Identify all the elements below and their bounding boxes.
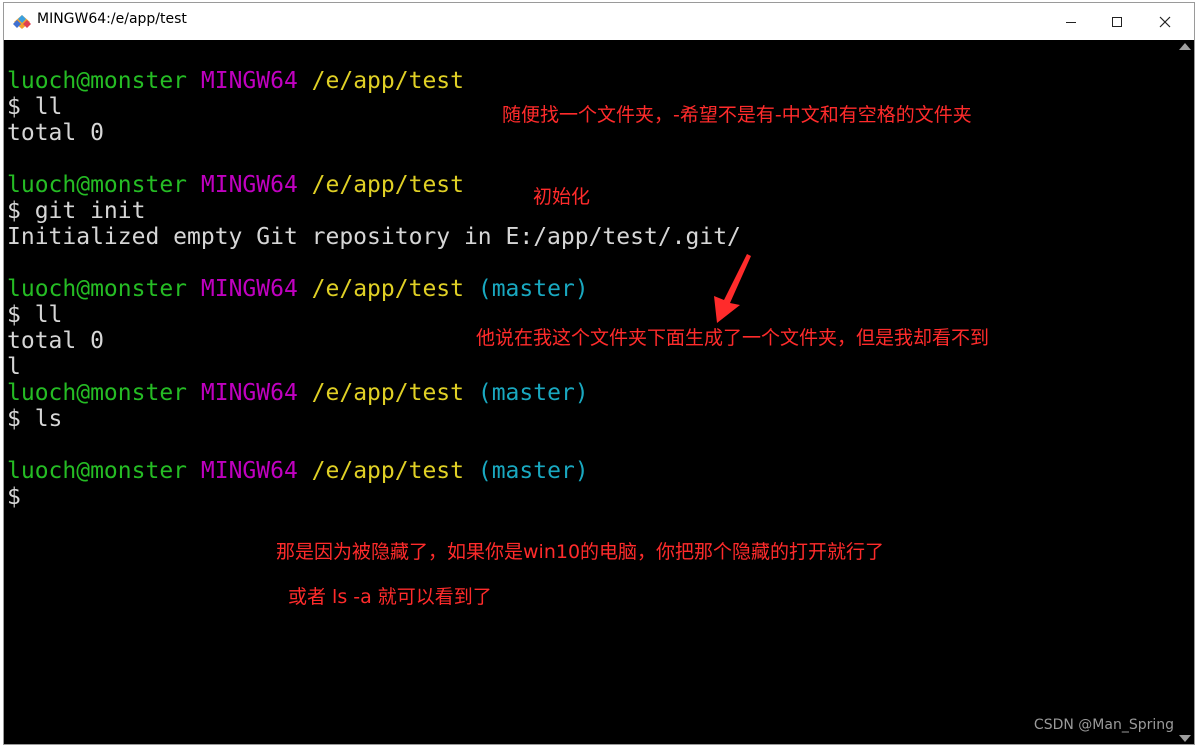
terminal-window: MINGW64:/e/app/test luoch@monster MINGW6… bbox=[3, 2, 1195, 745]
window-title: MINGW64:/e/app/test bbox=[37, 11, 187, 27]
terminal-output[interactable]: luoch@monster MINGW64 /e/app/test $ ll t… bbox=[4, 40, 1176, 744]
git-bash-icon bbox=[13, 15, 31, 29]
close-button[interactable] bbox=[1142, 3, 1188, 40]
minimize-icon bbox=[1066, 21, 1076, 23]
vertical-scrollbar[interactable] bbox=[1176, 40, 1194, 744]
title-bar[interactable]: MINGW64:/e/app/test bbox=[4, 3, 1194, 40]
scroll-up-icon[interactable] bbox=[1179, 43, 1191, 50]
scroll-down-icon[interactable] bbox=[1179, 735, 1191, 742]
watermark: CSDN @Man_Spring bbox=[1033, 717, 1174, 733]
close-icon bbox=[1159, 16, 1171, 27]
maximize-button[interactable] bbox=[1094, 3, 1140, 40]
maximize-icon bbox=[1112, 16, 1122, 27]
annotation-arrow bbox=[714, 254, 751, 323]
minimize-button[interactable] bbox=[1048, 3, 1094, 40]
